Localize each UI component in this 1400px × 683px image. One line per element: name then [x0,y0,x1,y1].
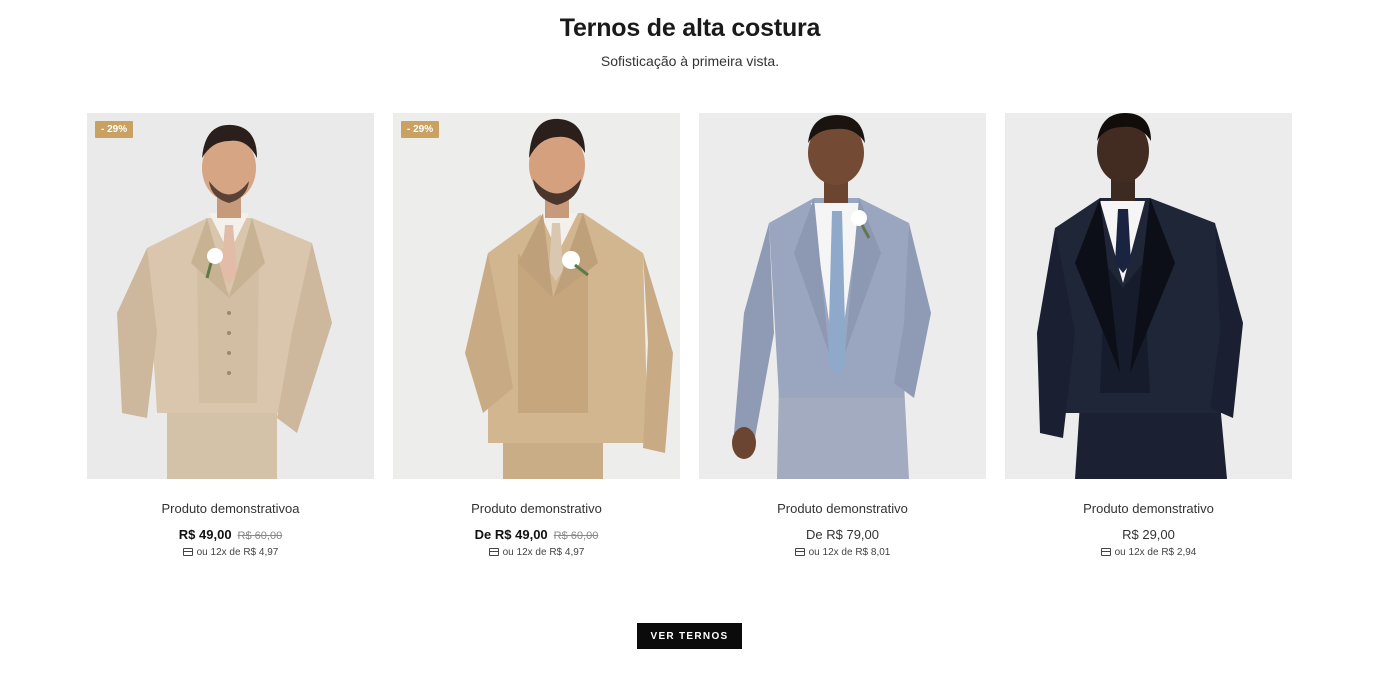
credit-card-icon [794,548,805,556]
installments-text: ou 12x de R$ 2,94 [1114,547,1197,558]
price-row: De R$ 49,00 R$ 60,00 [393,527,680,542]
product-card[interactable]: Produto demonstrativo R$ 29,00 ou 12x de… [1005,113,1292,558]
product-image[interactable] [1005,113,1292,479]
installments: ou 12x de R$ 2,94 [1005,547,1292,558]
discount-badge: - 29% [95,121,134,138]
installments-text: ou 12x de R$ 8,01 [808,547,891,558]
credit-card-icon [1100,548,1111,556]
product-price: De R$ 79,00 [806,527,879,542]
installments-text: ou 12x de R$ 4,97 [502,547,585,558]
price-row: R$ 49,00 R$ 60,00 [87,527,374,542]
suit-model-illustration [87,113,374,479]
installments: ou 12x de R$ 8,01 [699,547,986,558]
discount-badge: - 29% [401,121,440,138]
installments: ou 12x de R$ 4,97 [87,547,374,558]
product-name[interactable]: Produto demonstrativo [1005,501,1292,516]
product-old-price: R$ 60,00 [237,530,283,542]
suit-model-illustration [1005,113,1292,479]
product-image[interactable] [699,113,986,479]
installments: ou 12x de R$ 4,97 [393,547,680,558]
product-price: R$ 29,00 [1122,527,1175,542]
installments-text: ou 12x de R$ 4,97 [196,547,279,558]
product-old-price: R$ 60,00 [553,530,599,542]
price-row: R$ 29,00 [1005,527,1292,542]
see-suits-button[interactable]: VER TERNOS [637,623,742,649]
collection-section: Ternos de alta costura Sofisticação à pr… [0,0,1400,683]
product-card[interactable]: - 29% Produto demonstrativo De R$ 49,00 R… [393,113,680,558]
product-name[interactable]: Produto demonstrativo [699,501,986,516]
section-title: Ternos de alta costura [559,14,821,42]
section-subtitle: Sofisticação à primeira vista. [600,53,780,69]
product-price: De R$ 49,00 [474,527,548,542]
product-card[interactable]: Produto demonstrativo De R$ 79,00 ou 12x… [699,113,986,558]
product-grid: - 29% Produto demonstrativoa R$ 49,00 R$ … [87,113,1292,558]
credit-card-icon [488,548,499,556]
product-image[interactable]: - 29% [393,113,680,479]
product-name[interactable]: Produto demonstrativo [393,501,680,516]
credit-card-icon [182,548,193,556]
product-price: R$ 49,00 [178,527,232,542]
price-row: De R$ 79,00 [699,527,986,542]
product-name[interactable]: Produto demonstrativoa [87,501,374,516]
product-card[interactable]: - 29% Produto demonstrativoa R$ 49,00 R$ … [87,113,374,558]
suit-model-illustration [393,113,680,479]
product-image[interactable]: - 29% [87,113,374,479]
suit-model-illustration [699,113,986,479]
